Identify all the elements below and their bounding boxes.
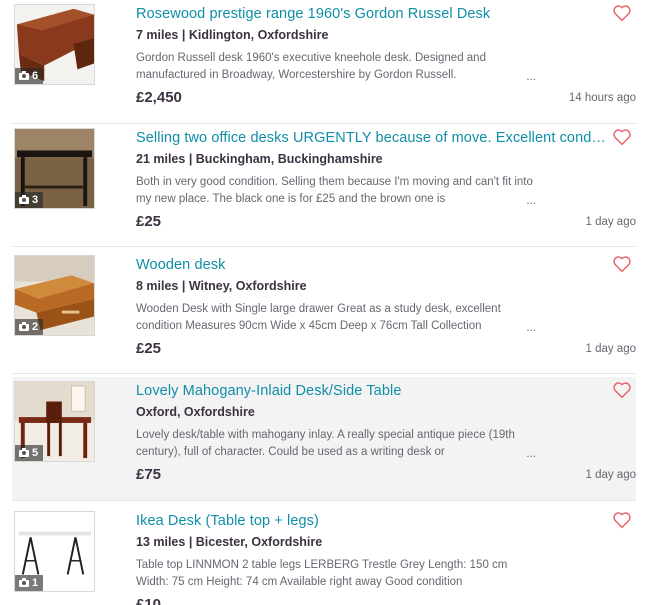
listing-thumbnail[interactable]: 2	[14, 255, 95, 336]
listing-price: £25	[136, 340, 162, 357]
listing-item[interactable]: 2 Wooden desk 8 miles | Witney, Oxfordsh…	[12, 251, 636, 374]
listing-description: Lovely desk/table with mahogany inlay. A…	[136, 427, 536, 463]
listing-item[interactable]: 6 Rosewood prestige range 1960's Gordon …	[12, 0, 636, 124]
listing-age: 1 day ago	[585, 469, 636, 481]
description-ellipsis: ...	[518, 193, 536, 210]
heart-outline-icon[interactable]	[612, 255, 632, 273]
description-ellipsis: ...	[518, 446, 536, 463]
listing-title[interactable]: Ikea Desk (Table top + legs)	[136, 513, 606, 529]
photo-count-badge: 2	[15, 319, 44, 335]
listing-item[interactable]: 3 Selling two office desks URGENTLY beca…	[12, 124, 636, 247]
heart-outline-icon[interactable]	[612, 511, 632, 529]
heart-outline-icon[interactable]	[612, 4, 632, 22]
listing-title[interactable]: Rosewood prestige range 1960's Gordon Ru…	[136, 6, 606, 22]
listing-price: £25	[136, 213, 162, 230]
listing-location: 21 miles | Buckingham, Buckinghamshire	[136, 152, 383, 166]
listing-title[interactable]: Lovely Mahogany-Inlaid Desk/Side Table	[136, 383, 606, 399]
listing-location: 13 miles | Bicester, Oxfordshire	[136, 535, 323, 549]
listing-description: Gordon Russell desk 1960's executive kne…	[136, 50, 536, 86]
listing-item[interactable]: 5 Lovely Mahogany-Inlaid Desk/Side Table…	[12, 377, 636, 501]
listing-description: Table top LINNMON 2 table legs LERBERG T…	[136, 559, 508, 588]
camera-icon	[19, 577, 29, 587]
heart-outline-icon[interactable]	[612, 381, 632, 399]
listing-title[interactable]: Wooden desk	[136, 257, 606, 273]
listing-price: £10	[136, 596, 162, 605]
listing-item[interactable]: 1 Ikea Desk (Table top + legs) 13 miles …	[12, 507, 636, 605]
description-ellipsis: ...	[518, 69, 536, 86]
camera-icon	[19, 447, 29, 457]
listing-price: £2,450	[136, 89, 182, 106]
listing-price: £75	[136, 466, 162, 483]
listing-title[interactable]: Selling two office desks URGENTLY becaus…	[136, 130, 606, 146]
listing-thumbnail[interactable]: 1	[14, 511, 95, 592]
listing-age: 14 hours ago	[568, 92, 636, 104]
camera-icon	[19, 194, 29, 204]
camera-icon	[19, 70, 29, 80]
listing-location: 8 miles | Witney, Oxfordshire	[136, 279, 307, 293]
listing-description: Wooden Desk with Single large drawer Gre…	[136, 301, 536, 337]
photo-count-badge: 1	[15, 575, 44, 591]
listing-age: 1 day ago	[585, 343, 636, 355]
photo-count-badge: 6	[15, 68, 44, 84]
listing-age: 1 day ago	[585, 216, 636, 228]
listing-description: Both in very good condition. Selling the…	[136, 174, 536, 210]
photo-count-badge: 3	[15, 192, 44, 208]
listing-thumbnail[interactable]: 3	[14, 128, 95, 209]
listing-location: Oxford, Oxfordshire	[136, 405, 255, 419]
photo-count-badge: 5	[15, 445, 44, 461]
camera-icon	[19, 321, 29, 331]
heart-outline-icon[interactable]	[612, 128, 632, 146]
listing-location: 7 miles | Kidlington, Oxfordshire	[136, 28, 329, 42]
listing-thumbnail[interactable]: 6	[14, 4, 95, 85]
description-ellipsis: ...	[518, 320, 536, 337]
listing-thumbnail[interactable]: 5	[14, 381, 95, 462]
